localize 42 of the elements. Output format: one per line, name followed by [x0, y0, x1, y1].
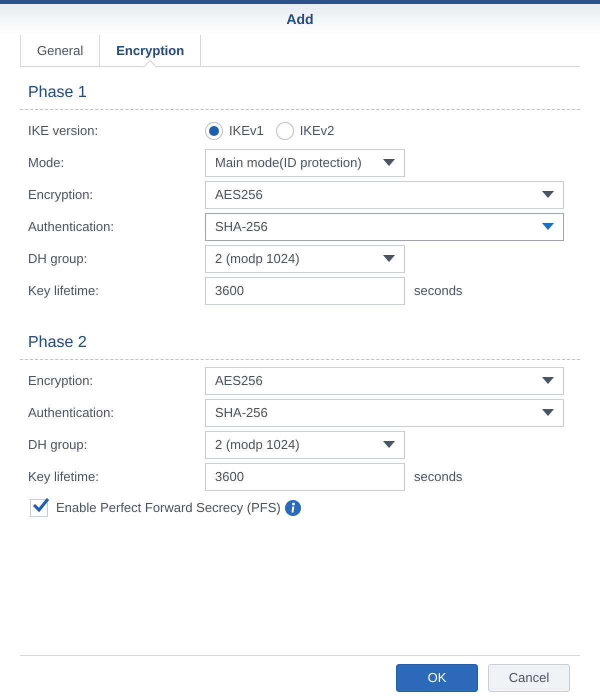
- checkbox[interactable]: [30, 498, 48, 517]
- caret-icon: [542, 223, 554, 230]
- field-label: Authentication:: [27, 404, 116, 422]
- caret-icon: [383, 255, 395, 262]
- field-label: Authentication:: [27, 218, 116, 236]
- dropdown[interactable]: 2 (modp 1024): [205, 430, 405, 458]
- caret-icon: [383, 159, 395, 166]
- ok-button[interactable]: OK: [396, 664, 478, 692]
- field-label: Encryption:: [27, 186, 94, 204]
- radio-label: IKEv2: [300, 122, 334, 140]
- field-label: IKE version:: [27, 122, 100, 140]
- dropdown[interactable]: AES256: [205, 180, 564, 208]
- dropdown[interactable]: SHA-256: [205, 212, 564, 240]
- input-field[interactable]: 3600: [205, 276, 405, 304]
- field-label: DH group:: [27, 250, 88, 268]
- field-label: DH group:: [27, 436, 88, 454]
- dropdown[interactable]: AES256: [205, 366, 564, 394]
- unit-label: seconds: [414, 468, 462, 486]
- dropdown[interactable]: 2 (modp 1024): [205, 244, 405, 272]
- radio-label: IKEv1: [229, 122, 264, 140]
- input-field[interactable]: 3600: [205, 462, 405, 490]
- field-label: Mode:: [27, 154, 66, 172]
- dropdown[interactable]: SHA-256: [205, 398, 564, 426]
- unit-label: seconds: [414, 282, 462, 300]
- tab[interactable]: General: [20, 35, 100, 66]
- info-icon: [284, 500, 301, 516]
- cancel-button[interactable]: Cancel: [488, 664, 570, 692]
- caret-icon: [542, 191, 554, 198]
- section-heading: Phase 1: [20, 81, 580, 110]
- window-title: Add: [286, 10, 314, 29]
- radio-button[interactable]: [205, 122, 223, 140]
- caret-icon: [383, 441, 395, 448]
- caret-icon: [542, 409, 554, 416]
- field-label: Key lifetime:: [27, 282, 100, 300]
- caret-icon: [542, 377, 554, 384]
- radio-button[interactable]: [276, 122, 294, 140]
- tab[interactable]: Encryption: [99, 35, 202, 66]
- section-heading: Phase 2: [20, 331, 580, 360]
- field-label: Encryption:: [27, 372, 94, 390]
- checkbox-label: Enable Perfect Forward Secrecy (PFS): [56, 499, 281, 517]
- field-label: Key lifetime:: [27, 468, 100, 486]
- dropdown[interactable]: Main mode(ID protection): [205, 148, 405, 176]
